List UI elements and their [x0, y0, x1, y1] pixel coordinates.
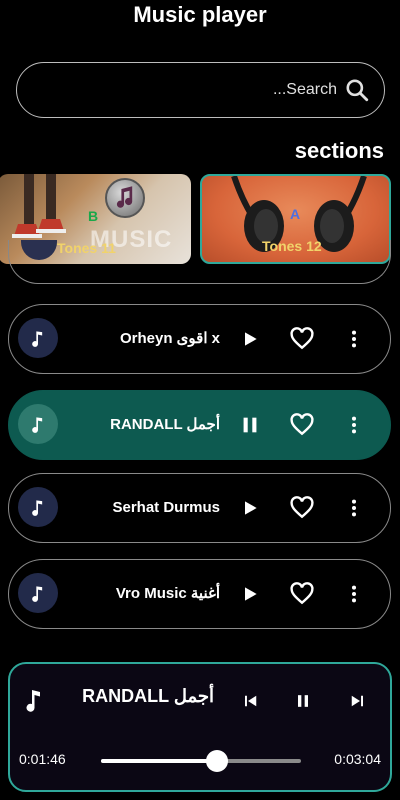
heart-icon [290, 327, 314, 350]
list-item-partial[interactable] [8, 240, 391, 284]
favorite-button[interactable] [288, 494, 316, 522]
song-title: Orheyn اقوى x [119, 330, 220, 347]
more-vertical-icon [351, 416, 357, 434]
favorite-button[interactable] [288, 325, 316, 353]
favorite-button[interactable] [288, 580, 316, 608]
search-icon[interactable] [344, 77, 370, 103]
heart-icon [290, 413, 314, 436]
pause-icon [243, 417, 257, 433]
play-icon [245, 587, 257, 601]
music-note-icon [18, 404, 58, 444]
play-icon [245, 501, 257, 515]
song-title: Serhat Durmus [112, 499, 220, 516]
progress-fill [101, 759, 217, 763]
more-options-button[interactable] [340, 325, 368, 353]
song-row[interactable]: Vro Music أغنية [8, 559, 391, 629]
song-row[interactable]: Serhat Durmus [8, 473, 391, 543]
pause-button[interactable] [236, 411, 264, 439]
now-playing-title: RANDALL أجمل [82, 686, 214, 706]
current-time: 0:01:46 [19, 751, 66, 767]
skip-previous-icon [245, 695, 257, 707]
play-button[interactable] [236, 494, 264, 522]
music-note-icon [21, 240, 57, 260]
music-note-icon [18, 487, 58, 527]
play-icon [245, 332, 257, 346]
favorite-button[interactable] [288, 411, 316, 439]
progress-slider[interactable] [101, 750, 301, 772]
more-options-button[interactable] [340, 580, 368, 608]
previous-button[interactable] [238, 688, 264, 714]
app-title: Music player [133, 2, 267, 27]
skip-next-icon [351, 695, 363, 707]
progress-thumb[interactable] [206, 750, 228, 772]
song-row-active[interactable]: RANDALL أجمل [8, 390, 391, 460]
more-vertical-icon [351, 499, 357, 517]
section-letter: B [88, 208, 99, 224]
music-note-icon [18, 318, 58, 358]
music-note-disc-icon [105, 178, 145, 218]
search-input[interactable] [37, 63, 337, 116]
pause-button[interactable] [290, 688, 316, 714]
play-button[interactable] [236, 325, 264, 353]
song-title: RANDALL أجمل [110, 416, 220, 433]
now-playing-bar: RANDALL أجمل 0:01:46 0:03:04 [8, 662, 392, 792]
section-letter: A [290, 206, 301, 222]
heart-icon [290, 496, 314, 519]
pause-icon [298, 695, 308, 707]
more-options-button[interactable] [340, 411, 368, 439]
total-time: 0:03:04 [334, 751, 381, 767]
more-options-button[interactable] [340, 494, 368, 522]
search-bar[interactable] [16, 62, 385, 118]
heart-icon [290, 582, 314, 605]
play-button[interactable] [236, 580, 264, 608]
music-note-icon [18, 573, 58, 613]
song-title: Vro Music أغنية [115, 585, 220, 602]
next-button[interactable] [344, 688, 370, 714]
music-note-icon [26, 690, 40, 712]
more-vertical-icon [351, 330, 357, 348]
more-vertical-icon [351, 585, 357, 603]
sections-heading: sections [294, 138, 384, 163]
song-row[interactable]: Orheyn اقوى x [8, 304, 391, 374]
